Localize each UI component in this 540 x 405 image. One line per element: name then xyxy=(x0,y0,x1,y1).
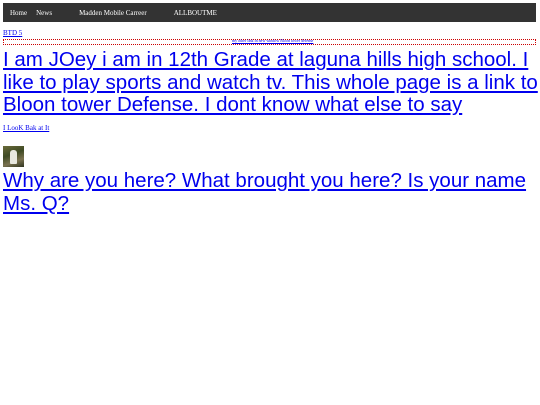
player-figure xyxy=(10,150,17,164)
dotted-banner: my other link in new window Bloon tower … xyxy=(3,38,536,45)
thumbnail-image[interactable] xyxy=(3,146,24,167)
nav-news-link[interactable]: News xyxy=(36,9,52,17)
banner-small-link[interactable]: my other link in new window Bloon tower … xyxy=(232,38,313,43)
about-me-link[interactable]: I am JOey i am in 12th Grade at laguna h… xyxy=(3,48,539,117)
nav-allboutme-link[interactable]: ALLBOUTME xyxy=(174,9,217,17)
look-back-link[interactable]: I LooK Bak at It xyxy=(3,124,49,132)
nav-home-link[interactable]: Home xyxy=(10,9,27,17)
nav-madden-mobile-carreer-link[interactable]: Madden Mobile Carreer xyxy=(79,9,147,17)
btd5-link[interactable]: BTD 5 xyxy=(3,29,22,37)
top-navbar: Home News Madden Mobile Carreer ALLBOUTM… xyxy=(3,3,536,22)
question-link[interactable]: Why are you here? What brought you here?… xyxy=(3,169,539,215)
